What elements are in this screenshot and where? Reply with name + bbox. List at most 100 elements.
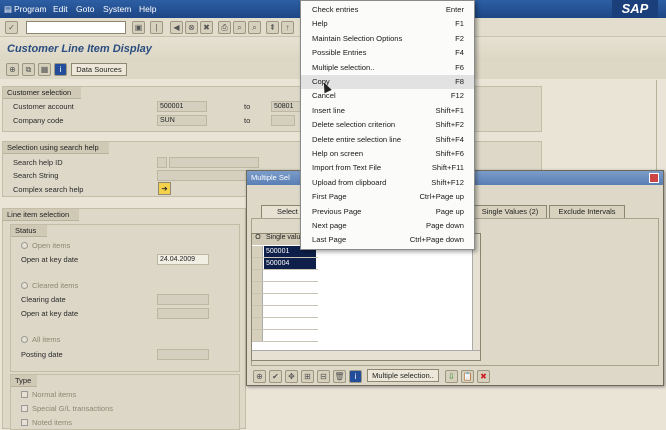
row-selector[interactable] [252, 270, 263, 281]
context-menu-item[interactable]: Check entries Enter [301, 3, 474, 17]
context-menu-item[interactable]: Delete entire selection line Shift+F4 [301, 133, 474, 147]
context-menu: Check entries Enter Help F1 Maintain Selecti… [300, 0, 475, 250]
row-selector[interactable] [252, 258, 263, 269]
multiple-selection-button[interactable]: Multiple selection.. [367, 369, 439, 382]
row-selector[interactable] [252, 330, 263, 341]
trash-icon[interactable]: 🗑 [333, 370, 346, 383]
main-scrollbar[interactable] [656, 80, 665, 176]
context-menu-item[interactable]: Next page Page down [301, 219, 474, 233]
value-cell[interactable] [264, 282, 316, 293]
posting-date-field[interactable] [157, 349, 209, 360]
context-menu-item[interactable]: Previous Page Page up [301, 205, 474, 219]
noted-items-checkbox[interactable] [21, 419, 28, 426]
print-icon[interactable]: ⎙ [218, 21, 231, 34]
company-code-to-field[interactable] [271, 115, 295, 126]
complex-search-help-label: Complex search help [13, 185, 84, 194]
context-menu-item[interactable]: Possible Entries F4 [301, 46, 474, 60]
info-icon[interactable]: i [54, 63, 67, 76]
row-selector[interactable] [252, 306, 263, 317]
value-cell[interactable]: 500004 [264, 258, 316, 269]
row-selector[interactable] [252, 246, 263, 257]
context-menu-item-shortcut: Page down [426, 221, 464, 230]
data-sources-button[interactable]: Data Sources [71, 63, 127, 76]
menu-program[interactable]: Program [14, 4, 47, 14]
context-menu-item[interactable]: Help on screen Shift+F6 [301, 147, 474, 161]
context-menu-item[interactable]: Help F1 [301, 17, 474, 31]
context-menu-item[interactable]: Import from Text File Shift+F11 [301, 161, 474, 175]
complex-search-arrow-icon[interactable]: ➔ [158, 182, 171, 195]
info-icon[interactable]: i [349, 370, 362, 383]
context-menu-item[interactable]: First Page Ctrl+Page up [301, 190, 474, 204]
execute-icon[interactable]: ⊕ [6, 63, 19, 76]
find-next-icon[interactable]: ⌕ [248, 21, 261, 34]
insert-line-icon[interactable]: ⊞ [301, 370, 314, 383]
menu-icon[interactable]: ▤ [4, 4, 12, 15]
search-string-field[interactable] [157, 170, 253, 181]
get-variant-icon[interactable]: ▦ [38, 63, 51, 76]
context-menu-item-label: Upload from clipboard [312, 177, 387, 187]
horizontal-scrollbar[interactable] [252, 350, 480, 360]
context-menu-item[interactable]: Delete selection criterion Shift+F2 [301, 118, 474, 132]
value-cell[interactable] [264, 294, 316, 305]
context-menu-item-label: Multiple selection.. [312, 62, 375, 72]
row-selector[interactable] [252, 294, 263, 305]
open-at-key-date-field-2[interactable] [157, 308, 209, 319]
page-title: Customer Line Item Display [7, 43, 152, 55]
value-cell[interactable] [264, 306, 316, 317]
back-icon[interactable]: ◀ [170, 21, 183, 34]
open-items-radio[interactable] [21, 242, 28, 249]
value-cell[interactable] [264, 330, 316, 341]
tab-single-values[interactable]: Single Values (2) [473, 205, 547, 218]
col-o-header: O [252, 234, 264, 245]
menu-goto[interactable]: Goto [76, 4, 94, 14]
special-gl-checkbox[interactable] [21, 405, 28, 412]
context-menu-item[interactable]: Multiple selection.. F6 [301, 61, 474, 75]
command-field[interactable] [26, 21, 126, 34]
normal-items-checkbox[interactable] [21, 391, 28, 398]
tab-exclude-intervals[interactable]: Exclude Intervals [549, 205, 625, 218]
menu-help[interactable]: Help [139, 4, 156, 14]
company-code-field[interactable]: SUN [157, 115, 207, 126]
enter-icon[interactable]: ✓ [5, 21, 18, 34]
cleared-items-radio[interactable] [21, 282, 28, 289]
open-at-key-date-field[interactable]: 24.04.2009 [157, 254, 209, 265]
find-icon[interactable]: ⌕ [233, 21, 246, 34]
move-icon[interactable]: ✥ [285, 370, 298, 383]
search-help-id-field[interactable] [157, 157, 167, 168]
context-menu-item[interactable]: Insert line Shift+F1 [301, 104, 474, 118]
context-menu-item-shortcut: Shift+F1 [435, 105, 465, 115]
dialog-close-icon[interactable] [649, 173, 659, 183]
customer-account-label: Customer account [13, 102, 74, 111]
context-menu-item-shortcut: Shift+F2 [435, 120, 465, 130]
value-cell[interactable] [264, 270, 316, 281]
cleared-items-label: Cleared items [32, 281, 79, 290]
context-menu-item[interactable]: Upload from clipboard Shift+F12 [301, 176, 474, 190]
variant-icon[interactable]: ⧉ [22, 63, 35, 76]
context-menu-item[interactable]: Maintain Selection Options F2 [301, 32, 474, 46]
vertical-scrollbar[interactable] [472, 234, 480, 350]
cancel-icon[interactable]: ✖ [477, 370, 490, 383]
first-page-icon[interactable]: ⇞ [266, 21, 279, 34]
context-menu-item-shortcut: Ctrl+Page down [409, 235, 464, 245]
customer-account-to-field[interactable]: 50801 [271, 101, 301, 112]
menu-edit[interactable]: Edit [53, 4, 68, 14]
row-selector[interactable] [252, 282, 263, 293]
customer-account-field[interactable]: 500001 [157, 101, 207, 112]
exit-icon[interactable]: ⊗ [185, 21, 198, 34]
value-cell[interactable] [264, 318, 316, 329]
execute-icon[interactable]: ⊕ [253, 370, 266, 383]
check-icon[interactable]: ✔ [269, 370, 282, 383]
context-menu-item[interactable]: Last Page Ctrl+Page down [301, 233, 474, 247]
save-icon[interactable]: ▣ [132, 21, 145, 34]
open-items-label: Open items [32, 241, 71, 250]
context-menu-item-label: Next page [312, 221, 347, 230]
clipboard-icon[interactable]: 📋 [461, 370, 474, 383]
import-icon[interactable]: ⇩ [445, 370, 458, 383]
clearing-date-field[interactable] [157, 294, 209, 305]
all-items-radio[interactable] [21, 336, 28, 343]
delete-line-icon[interactable]: ⊟ [317, 370, 330, 383]
row-selector[interactable] [252, 318, 263, 329]
cancel-icon[interactable]: ✖ [200, 21, 213, 34]
menu-system[interactable]: System [103, 4, 131, 14]
prev-page-icon[interactable]: ↑ [281, 21, 294, 34]
